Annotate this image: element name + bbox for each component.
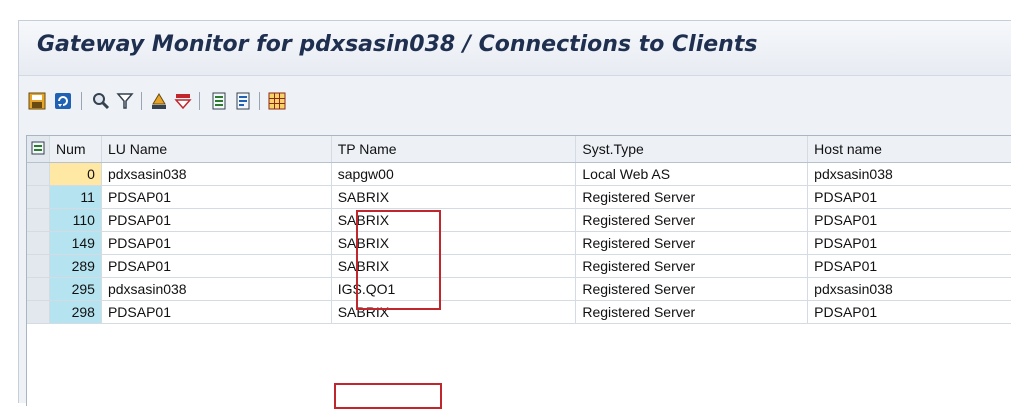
page-title: Gateway Monitor for pdxsasin038 / Connec… xyxy=(37,32,758,57)
row-selector[interactable] xyxy=(27,185,50,209)
table-row[interactable]: 289 PDSAP01 SABRIX Registered Server PDS… xyxy=(27,254,1011,278)
row-selector[interactable] xyxy=(27,254,50,278)
host-name-cell: pdxsasin038 xyxy=(807,277,1011,301)
row-selector[interactable] xyxy=(27,208,50,232)
row-selector[interactable] xyxy=(27,162,50,186)
lu-name-cell: PDSAP01 xyxy=(101,254,332,278)
find-icon[interactable] xyxy=(91,91,111,111)
table-row[interactable]: 149 PDSAP01 SABRIX Registered Server PDS… xyxy=(27,231,1011,255)
select-all-icon xyxy=(31,141,45,154)
toolbar-separator xyxy=(141,92,142,110)
syst-type-cell: Registered Server xyxy=(575,185,809,209)
host-name-cell: PDSAP01 xyxy=(807,254,1011,278)
syst-type-cell: Local Web AS xyxy=(575,162,809,186)
grid-icon[interactable] xyxy=(267,91,287,111)
lu-name-cell: PDSAP01 xyxy=(101,185,332,209)
table-row[interactable]: 11 PDSAP01 SABRIX Registered Server PDSA… xyxy=(27,185,1011,209)
sort-icon[interactable] xyxy=(173,91,193,111)
num-cell: 295 xyxy=(49,277,102,301)
lu-name-cell: pdxsasin038 xyxy=(101,277,332,301)
host-name-cell: PDSAP01 xyxy=(807,185,1011,209)
filter-icon[interactable] xyxy=(115,91,135,111)
toolbar-separator xyxy=(199,92,200,110)
column-header-lu-name[interactable]: LU Name xyxy=(101,136,332,163)
tp-name-cell: SABRIX xyxy=(331,300,577,324)
host-name-cell: PDSAP01 xyxy=(807,208,1011,232)
host-name-cell: PDSAP01 xyxy=(807,231,1011,255)
table-row[interactable]: 110 PDSAP01 SABRIX Registered Server PDS… xyxy=(27,208,1011,232)
num-cell: 289 xyxy=(49,254,102,278)
table-row[interactable]: 0 pdxsasin038 sapgw00 Local Web AS pdxsa… xyxy=(27,162,1011,186)
layout-icon[interactable] xyxy=(233,91,253,111)
column-header-num[interactable]: Num xyxy=(49,136,102,163)
tp-name-cell: SABRIX xyxy=(331,231,577,255)
tp-name-cell: IGS.QO1 xyxy=(331,277,577,301)
lu-name-cell: PDSAP01 xyxy=(101,300,332,324)
refresh-icon[interactable] xyxy=(53,91,73,111)
print-icon[interactable] xyxy=(149,91,169,111)
table-row[interactable]: 298 PDSAP01 SABRIX Registered Server PDS… xyxy=(27,300,1011,324)
header-row: Num LU Name TP Name Syst.Type Host name xyxy=(27,136,1011,163)
tp-name-cell: SABRIX xyxy=(331,185,577,209)
highlight-box-sabrix-single xyxy=(334,383,442,409)
export-icon[interactable] xyxy=(209,91,229,111)
num-cell: 0 xyxy=(49,162,102,186)
select-all-button[interactable] xyxy=(27,136,50,163)
host-name-cell: PDSAP01 xyxy=(807,300,1011,324)
num-cell: 11 xyxy=(49,185,102,209)
syst-type-cell: Registered Server xyxy=(575,231,809,255)
toolbar xyxy=(19,76,1011,122)
row-selector[interactable] xyxy=(27,300,50,324)
syst-type-cell: Registered Server xyxy=(575,254,809,278)
title-bar: Gateway Monitor for pdxsasin038 / Connec… xyxy=(19,21,1011,76)
num-cell: 110 xyxy=(49,208,102,232)
toolbar-separator xyxy=(259,92,260,110)
syst-type-cell: Registered Server xyxy=(575,208,809,232)
lu-name-cell: PDSAP01 xyxy=(101,208,332,232)
tp-name-cell: sapgw00 xyxy=(331,162,577,186)
tp-name-cell: SABRIX xyxy=(331,208,577,232)
column-header-host-name[interactable]: Host name xyxy=(807,136,1011,163)
lu-name-cell: PDSAP01 xyxy=(101,231,332,255)
table-row[interactable]: 295 pdxsasin038 IGS.QO1 Registered Serve… xyxy=(27,277,1011,301)
syst-type-cell: Registered Server xyxy=(575,277,809,301)
lu-name-cell: pdxsasin038 xyxy=(101,162,332,186)
gateway-monitor-window: Gateway Monitor for pdxsasin038 / Connec… xyxy=(18,20,1011,409)
column-header-syst-type[interactable]: Syst.Type xyxy=(575,136,809,163)
row-selector[interactable] xyxy=(27,277,50,301)
host-name-cell: pdxsasin038 xyxy=(807,162,1011,186)
column-header-tp-name[interactable]: TP Name xyxy=(331,136,577,163)
connections-grid: Num LU Name TP Name Syst.Type Host name … xyxy=(26,135,1011,409)
num-cell: 149 xyxy=(49,231,102,255)
tp-name-cell: SABRIX xyxy=(331,254,577,278)
toolbar-separator xyxy=(81,92,82,110)
syst-type-cell: Registered Server xyxy=(575,300,809,324)
row-selector[interactable] xyxy=(27,231,50,255)
num-cell: 298 xyxy=(49,300,102,324)
save-icon[interactable] xyxy=(27,91,47,111)
